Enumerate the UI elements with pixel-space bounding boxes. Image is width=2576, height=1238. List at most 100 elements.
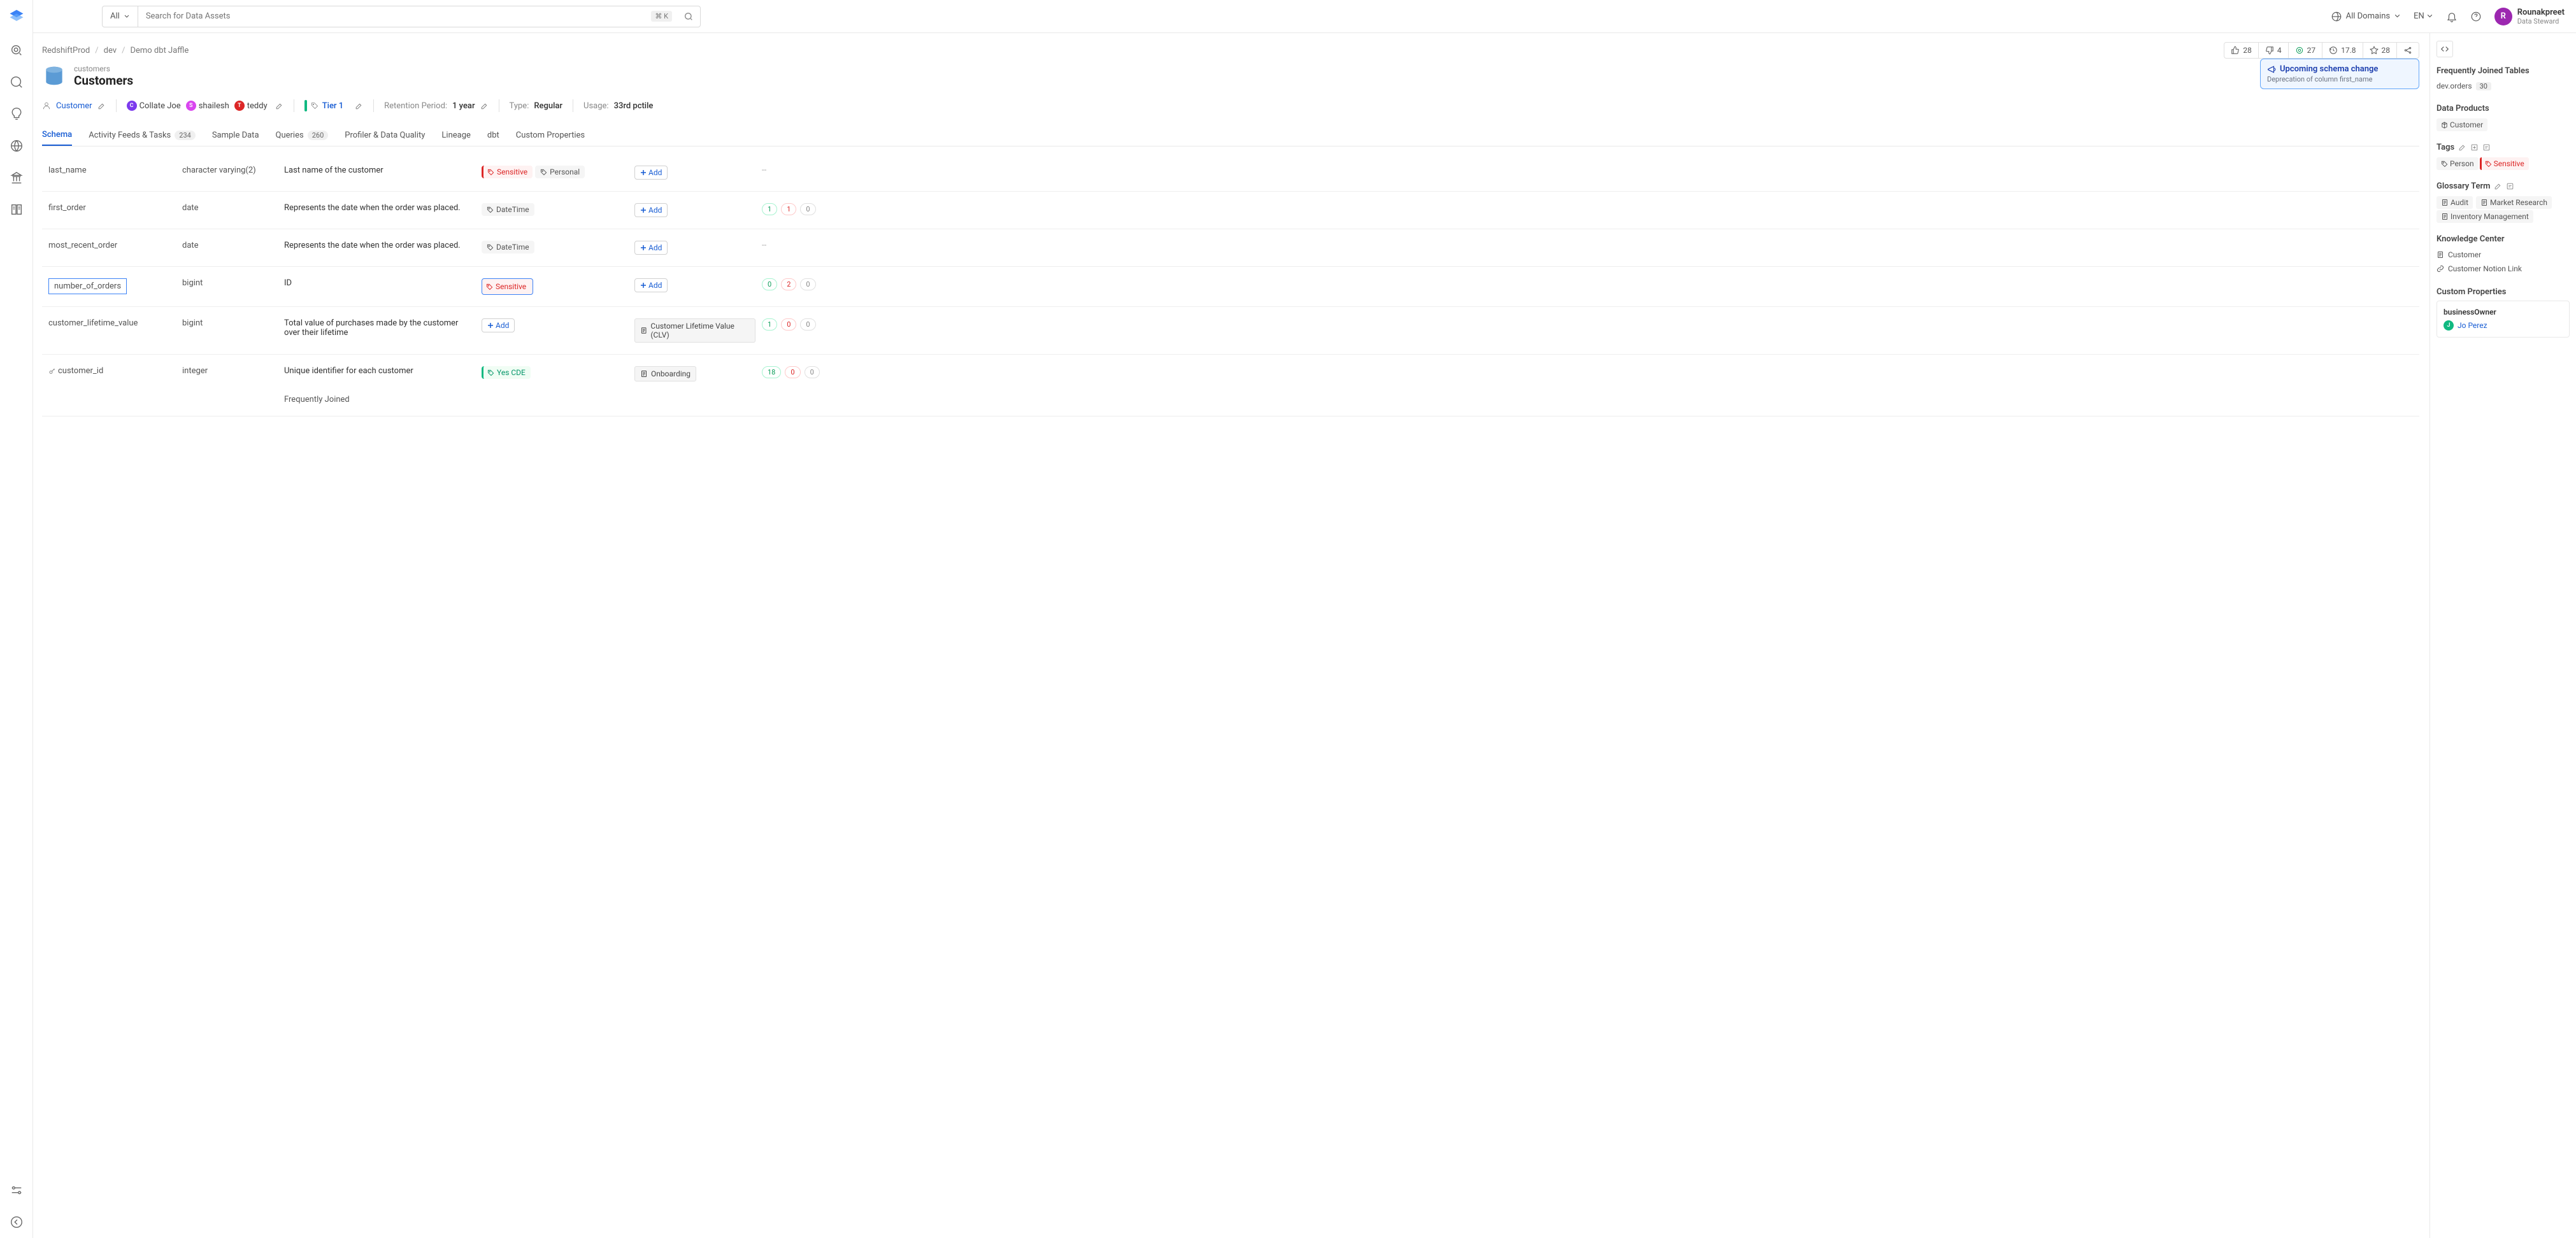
sp-fjt-table[interactable]: dev.orders xyxy=(2436,82,2472,90)
side-glossary-chip[interactable]: Inventory Management xyxy=(2436,210,2533,223)
tab-sample-data[interactable]: Sample Data xyxy=(212,125,259,145)
sp-dp-title: Data Products xyxy=(2436,104,2570,113)
count-pill[interactable]: 2 xyxy=(781,278,796,290)
owner-icon xyxy=(42,101,51,110)
tag-chip[interactable]: DateTime xyxy=(482,241,534,253)
search-icon[interactable] xyxy=(10,75,24,89)
side-tag-chip[interactable]: Person xyxy=(2436,157,2479,170)
globe-icon[interactable] xyxy=(10,139,24,153)
column-type: integer xyxy=(182,366,278,376)
column-counts: 100 xyxy=(762,318,826,331)
owner-link[interactable]: Customer xyxy=(56,101,92,111)
column-name[interactable]: customer_lifetime_value xyxy=(48,318,138,328)
user-chip[interactable]: CCollate Joe xyxy=(127,101,181,111)
column-type: date xyxy=(182,203,278,213)
share-button[interactable] xyxy=(2397,42,2419,59)
upvote-button[interactable]: 28 xyxy=(2224,42,2259,59)
insights-icon[interactable] xyxy=(10,107,24,121)
side-glossary-chip[interactable]: Audit xyxy=(2436,196,2473,209)
notifications-icon[interactable] xyxy=(2446,11,2458,22)
count-pill[interactable]: 1 xyxy=(781,203,796,215)
side-glossary-chip[interactable]: Market Research xyxy=(2476,196,2552,209)
side-tag-chip[interactable]: Sensitive xyxy=(2480,157,2529,170)
tag-chip[interactable]: Sensitive xyxy=(482,166,533,178)
column-name[interactable]: number_of_orders xyxy=(48,278,127,294)
search-button[interactable] xyxy=(677,11,700,22)
tag-chip[interactable]: Sensitive xyxy=(482,278,533,295)
knowledge-link[interactable]: Customer Notion Link xyxy=(2436,262,2570,276)
business-owner-link[interactable]: J Jo Perez xyxy=(2444,320,2563,331)
tag-chip[interactable]: Personal xyxy=(535,166,585,178)
tab-profiler-data-quality[interactable]: Profiler & Data Quality xyxy=(345,125,425,145)
count-pill[interactable]: 0 xyxy=(762,278,777,290)
count-pill[interactable]: 1 xyxy=(762,203,777,215)
count-pill[interactable]: 0 xyxy=(800,278,815,290)
help-icon[interactable] xyxy=(2470,11,2482,22)
explore-icon[interactable] xyxy=(10,43,24,57)
tag-icon xyxy=(487,244,494,251)
schema-table: last_namecharacter varying(2)Last name o… xyxy=(42,154,2419,416)
edit-icon[interactable] xyxy=(2494,182,2502,190)
domains-dropdown[interactable]: All Domains xyxy=(2331,11,2401,22)
add-glossary-button[interactable]: Add xyxy=(634,166,668,180)
tab-activity-feeds-tasks[interactable]: Activity Feeds & Tasks234 xyxy=(89,125,196,145)
edit-icon[interactable] xyxy=(480,102,489,110)
downvote-button[interactable]: 4 xyxy=(2259,42,2289,59)
knowledge-link[interactable]: Customer xyxy=(2436,248,2570,262)
request-icon[interactable] xyxy=(2506,182,2514,190)
edit-icon[interactable] xyxy=(97,102,106,110)
search-scope-dropdown[interactable]: All xyxy=(103,6,138,27)
count-pill[interactable]: 0 xyxy=(805,366,820,378)
glossary-icon[interactable] xyxy=(10,203,24,217)
schema-change-alert[interactable]: Upcoming schema change Deprecation of co… xyxy=(2260,59,2419,89)
plus-icon xyxy=(487,322,494,329)
tab-lineage[interactable]: Lineage xyxy=(441,125,471,145)
edit-icon[interactable] xyxy=(355,102,363,110)
settings-icon[interactable] xyxy=(10,1183,24,1197)
count-pill[interactable]: 0 xyxy=(800,203,815,215)
request-icon[interactable] xyxy=(2482,143,2491,152)
followers-stat[interactable]: 27 xyxy=(2289,42,2323,59)
tab-dbt[interactable]: dbt xyxy=(487,125,499,145)
breadcrumb-item[interactable]: Demo dbt Jaffle xyxy=(130,46,189,55)
collapse-icon[interactable] xyxy=(10,1215,24,1229)
tier-label[interactable]: Tier 1 xyxy=(322,101,343,111)
edit-icon[interactable] xyxy=(2458,143,2466,152)
age-stat[interactable]: 17.8 xyxy=(2322,42,2363,59)
user-chip[interactable]: Tteddy xyxy=(234,101,268,111)
add-glossary-button[interactable]: Add xyxy=(634,278,668,292)
add-glossary-button[interactable]: Add xyxy=(634,203,668,217)
column-name[interactable]: first_order xyxy=(48,203,86,213)
count-pill[interactable]: 0 xyxy=(781,318,796,331)
column-name[interactable]: customer_id xyxy=(58,366,103,376)
add-tag-button[interactable]: Add xyxy=(482,318,515,332)
search-input[interactable] xyxy=(138,11,652,21)
breadcrumb-item[interactable]: RedshiftProd xyxy=(42,46,90,55)
star-button[interactable]: 28 xyxy=(2363,42,2398,59)
tab-schema[interactable]: Schema xyxy=(42,125,72,146)
count-pill[interactable]: 18 xyxy=(762,366,781,378)
column-name[interactable]: most_recent_order xyxy=(48,241,117,250)
column-name[interactable]: last_name xyxy=(48,166,87,175)
user-menu[interactable]: R Rounakpreet Data Steward xyxy=(2494,8,2565,25)
add-glossary-button[interactable]: Add xyxy=(634,241,668,255)
code-icon xyxy=(2440,45,2449,53)
count-pill[interactable]: 1 xyxy=(762,318,777,331)
tag-chip[interactable]: Yes CDE xyxy=(482,366,531,379)
tag-chip[interactable]: DateTime xyxy=(482,203,534,216)
data-product-chip[interactable]: Customer xyxy=(2436,118,2487,131)
governance-icon[interactable] xyxy=(10,171,24,185)
user-chip[interactable]: Sshailesh xyxy=(186,101,229,111)
edit-icon[interactable] xyxy=(275,102,283,110)
plus-icon[interactable] xyxy=(2470,143,2479,152)
column-tags: Sensitive xyxy=(482,278,628,295)
breadcrumb-item[interactable]: dev xyxy=(104,46,117,55)
glossary-chip[interactable]: Onboarding xyxy=(634,366,696,381)
tab-custom-properties[interactable]: Custom Properties xyxy=(516,125,585,145)
count-pill[interactable]: 0 xyxy=(785,366,800,378)
tab-queries[interactable]: Queries260 xyxy=(276,125,329,145)
glossary-chip[interactable]: Customer Lifetime Value (CLV) xyxy=(634,318,755,343)
side-panel-toggle[interactable] xyxy=(2436,41,2453,57)
count-pill[interactable]: 0 xyxy=(800,318,815,331)
language-dropdown[interactable]: EN xyxy=(2414,11,2433,21)
